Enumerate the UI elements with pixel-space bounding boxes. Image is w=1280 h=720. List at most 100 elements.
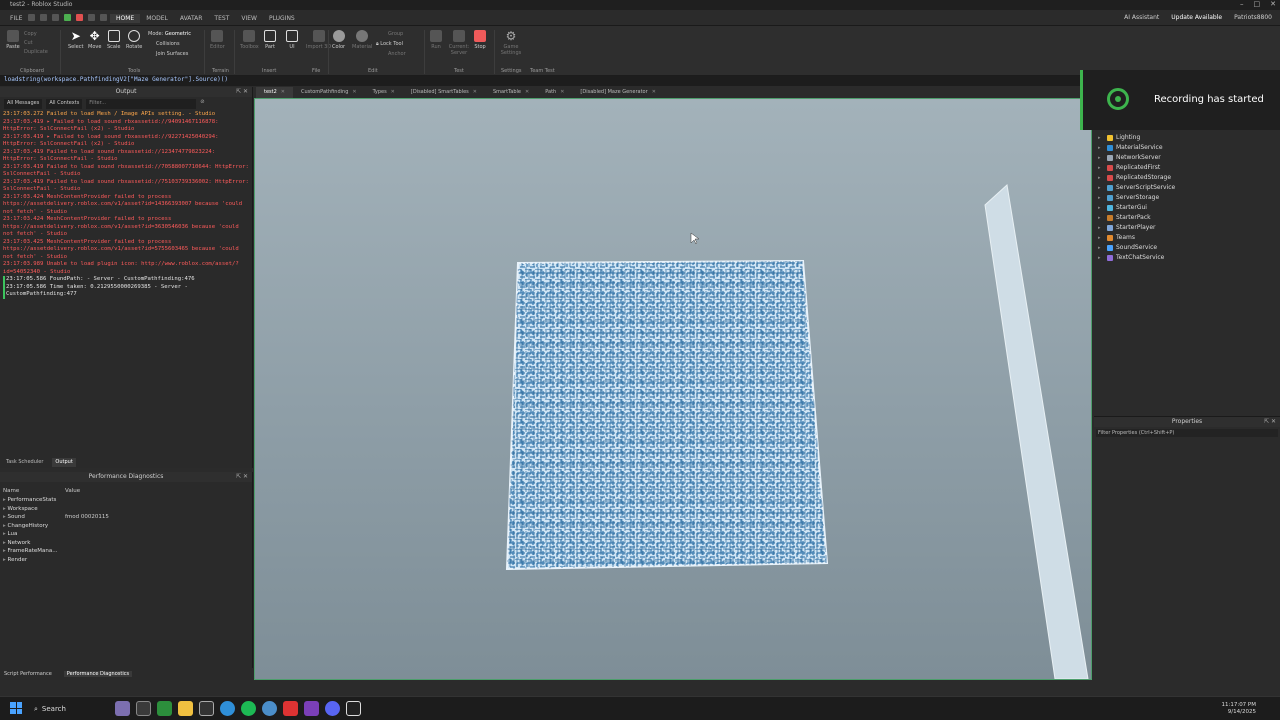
perf-row[interactable]: ChangeHistory xyxy=(0,522,252,531)
anchor-button[interactable]: Anchor xyxy=(376,49,406,59)
save-icon[interactable] xyxy=(52,14,59,21)
close-icon[interactable]: ✕ xyxy=(281,89,285,96)
expand-arrow-icon[interactable]: ▸ xyxy=(1098,173,1104,183)
terrain-editor-button[interactable]: Editor xyxy=(210,30,225,50)
perf-row[interactable]: Network xyxy=(0,539,252,548)
new-icon[interactable] xyxy=(28,14,35,21)
close-button[interactable]: ✕ xyxy=(1270,0,1276,8)
explorer-item[interactable]: ▸ SoundService xyxy=(1098,243,1175,253)
rotate-tool[interactable]: Rotate xyxy=(126,30,142,50)
expand-arrow-icon[interactable]: ▸ xyxy=(1098,153,1104,163)
expand-arrow-icon[interactable]: ▸ xyxy=(1098,163,1104,173)
contexts-filter-dropdown[interactable]: All Contexts xyxy=(46,99,83,109)
stop-button[interactable]: Stop xyxy=(474,30,486,50)
current-client-button[interactable]: Current: Server xyxy=(448,30,470,56)
undo-icon[interactable] xyxy=(88,14,95,21)
explorer-item[interactable]: ▸ ServerScriptService xyxy=(1098,183,1175,193)
color-button[interactable]: Color xyxy=(332,30,345,50)
tab-smarttables-disabled[interactable]: [Disabled] SmartTables ✕ xyxy=(403,87,485,98)
panel-close-icon[interactable]: ⇱ ✕ xyxy=(236,473,248,480)
clear-output-icon[interactable]: ⊘ xyxy=(200,99,204,109)
menu-test[interactable]: TEST xyxy=(208,14,235,23)
select-tool[interactable]: ➤ Select xyxy=(68,30,83,50)
expand-arrow-icon[interactable]: ▸ xyxy=(1098,223,1104,233)
close-icon[interactable]: ✕ xyxy=(391,89,395,96)
terminal-icon[interactable] xyxy=(199,701,214,716)
expand-arrow-icon[interactable]: ▸ xyxy=(1098,213,1104,223)
windows-start-icon[interactable] xyxy=(10,702,22,714)
output-filter-input[interactable]: Filter... xyxy=(86,99,197,109)
game-settings-button[interactable]: ⚙ Game Settings xyxy=(500,30,522,56)
expand-arrow-icon[interactable]: ▸ xyxy=(1098,133,1104,143)
menu-file[interactable]: FILE xyxy=(4,14,28,23)
taskbar-clock[interactable]: 11:17:07 PM 9/14/2025 xyxy=(1221,702,1256,716)
properties-filter-input[interactable]: Filter Properties (Ctrl+Shift+P) xyxy=(1096,429,1278,437)
perf-row[interactable]: PerformanceStats xyxy=(0,496,252,505)
close-icon[interactable]: ✕ xyxy=(352,89,356,96)
expand-arrow-icon[interactable]: ▸ xyxy=(1098,143,1104,153)
task-view-icon[interactable] xyxy=(136,701,151,716)
run-button[interactable]: Run xyxy=(430,30,442,50)
close-icon[interactable]: ✕ xyxy=(560,89,564,96)
toolbox-button[interactable]: Toolbox xyxy=(240,30,259,50)
tab-script-performance[interactable]: Script Performance xyxy=(4,671,52,677)
tab-performance-diagnostics[interactable]: Performance Diagnostics xyxy=(63,671,133,677)
scale-tool[interactable]: Scale xyxy=(107,30,120,50)
paste-button[interactable]: Paste xyxy=(6,30,20,50)
expand-arrow-icon[interactable]: ▸ xyxy=(1098,183,1104,193)
spotify-icon[interactable] xyxy=(241,701,256,716)
discord-icon[interactable] xyxy=(325,701,340,716)
tab-test2[interactable]: test2 ✕ xyxy=(256,87,293,98)
explorer-item[interactable]: ▸ StarterPack xyxy=(1098,213,1175,223)
explorer-item[interactable]: ▸ Teams xyxy=(1098,233,1175,243)
close-icon[interactable]: ✕ xyxy=(525,89,529,96)
play-icon[interactable] xyxy=(64,14,71,21)
close-icon[interactable]: ✕ xyxy=(652,89,656,96)
panel-close-icon[interactable]: ⇱ ✕ xyxy=(236,88,248,95)
3d-viewport[interactable] xyxy=(254,98,1092,680)
user-name[interactable]: Patriots8800 xyxy=(1234,14,1272,21)
menu-avatar[interactable]: AVATAR xyxy=(174,14,209,23)
widgets-icon[interactable] xyxy=(115,701,130,716)
perf-row[interactable]: Workspace xyxy=(0,505,252,514)
cut-button[interactable]: Cut xyxy=(24,39,48,48)
taskbar-search[interactable]: ⌕ Search xyxy=(30,701,110,717)
explorer-item[interactable]: ▸ ReplicatedStorage xyxy=(1098,173,1175,183)
perf-row[interactable]: FrameRateMana... xyxy=(0,547,252,556)
file-explorer-icon[interactable] xyxy=(178,701,193,716)
group-button[interactable]: Group xyxy=(376,29,406,39)
roblox-app-icon[interactable] xyxy=(283,701,298,716)
tab-maze-generator-disabled[interactable]: [Disabled] Maze Generator ✕ xyxy=(572,87,663,98)
ai-assistant-button[interactable]: AI Assistant xyxy=(1124,14,1159,21)
maximize-button[interactable]: □ xyxy=(1254,0,1261,8)
tab-path[interactable]: Path ✕ xyxy=(537,87,572,98)
update-available-button[interactable]: Update Available xyxy=(1171,14,1222,21)
tab-smarttable[interactable]: SmartTable ✕ xyxy=(485,87,537,98)
explorer-item[interactable]: ▸ NetworkServer xyxy=(1098,153,1175,163)
menu-view[interactable]: VIEW xyxy=(235,14,263,23)
expand-arrow-icon[interactable]: ▸ xyxy=(1098,233,1104,243)
app-icon[interactable] xyxy=(262,701,277,716)
join-surfaces-toggle[interactable]: Join Surfaces xyxy=(148,49,191,59)
ui-button[interactable]: UI xyxy=(286,30,298,50)
panel-close-icon[interactable]: ⇱ ✕ xyxy=(1264,418,1276,425)
stop-icon[interactable] xyxy=(76,14,83,21)
chrome-icon[interactable] xyxy=(220,701,235,716)
explorer-item[interactable]: ▸ ServerStorage xyxy=(1098,193,1175,203)
collisions-toggle[interactable]: Collisions xyxy=(148,39,191,49)
lock-tool-button[interactable]: 🔒︎ Lock Tool xyxy=(376,39,406,49)
menu-home[interactable]: HOME xyxy=(110,14,141,23)
roblox-studio-icon[interactable] xyxy=(346,701,361,716)
expand-arrow-icon[interactable]: ▸ xyxy=(1098,243,1104,253)
move-tool[interactable]: ✥ Move xyxy=(88,30,101,50)
redo-icon[interactable] xyxy=(100,14,107,21)
messages-filter-dropdown[interactable]: All Messages xyxy=(4,99,43,109)
explorer-item[interactable]: ▸ StarterGui xyxy=(1098,203,1175,213)
tab-custompathfinding[interactable]: CustomPathfinding ✕ xyxy=(293,87,365,98)
explorer-item[interactable]: ▸ TextChatService xyxy=(1098,253,1175,263)
store-icon[interactable] xyxy=(157,701,172,716)
perf-row[interactable]: Render xyxy=(0,556,252,565)
expand-arrow-icon[interactable]: ▸ xyxy=(1098,193,1104,203)
expand-arrow-icon[interactable]: ▸ xyxy=(1098,253,1104,263)
tab-output[interactable]: Output xyxy=(52,458,76,467)
